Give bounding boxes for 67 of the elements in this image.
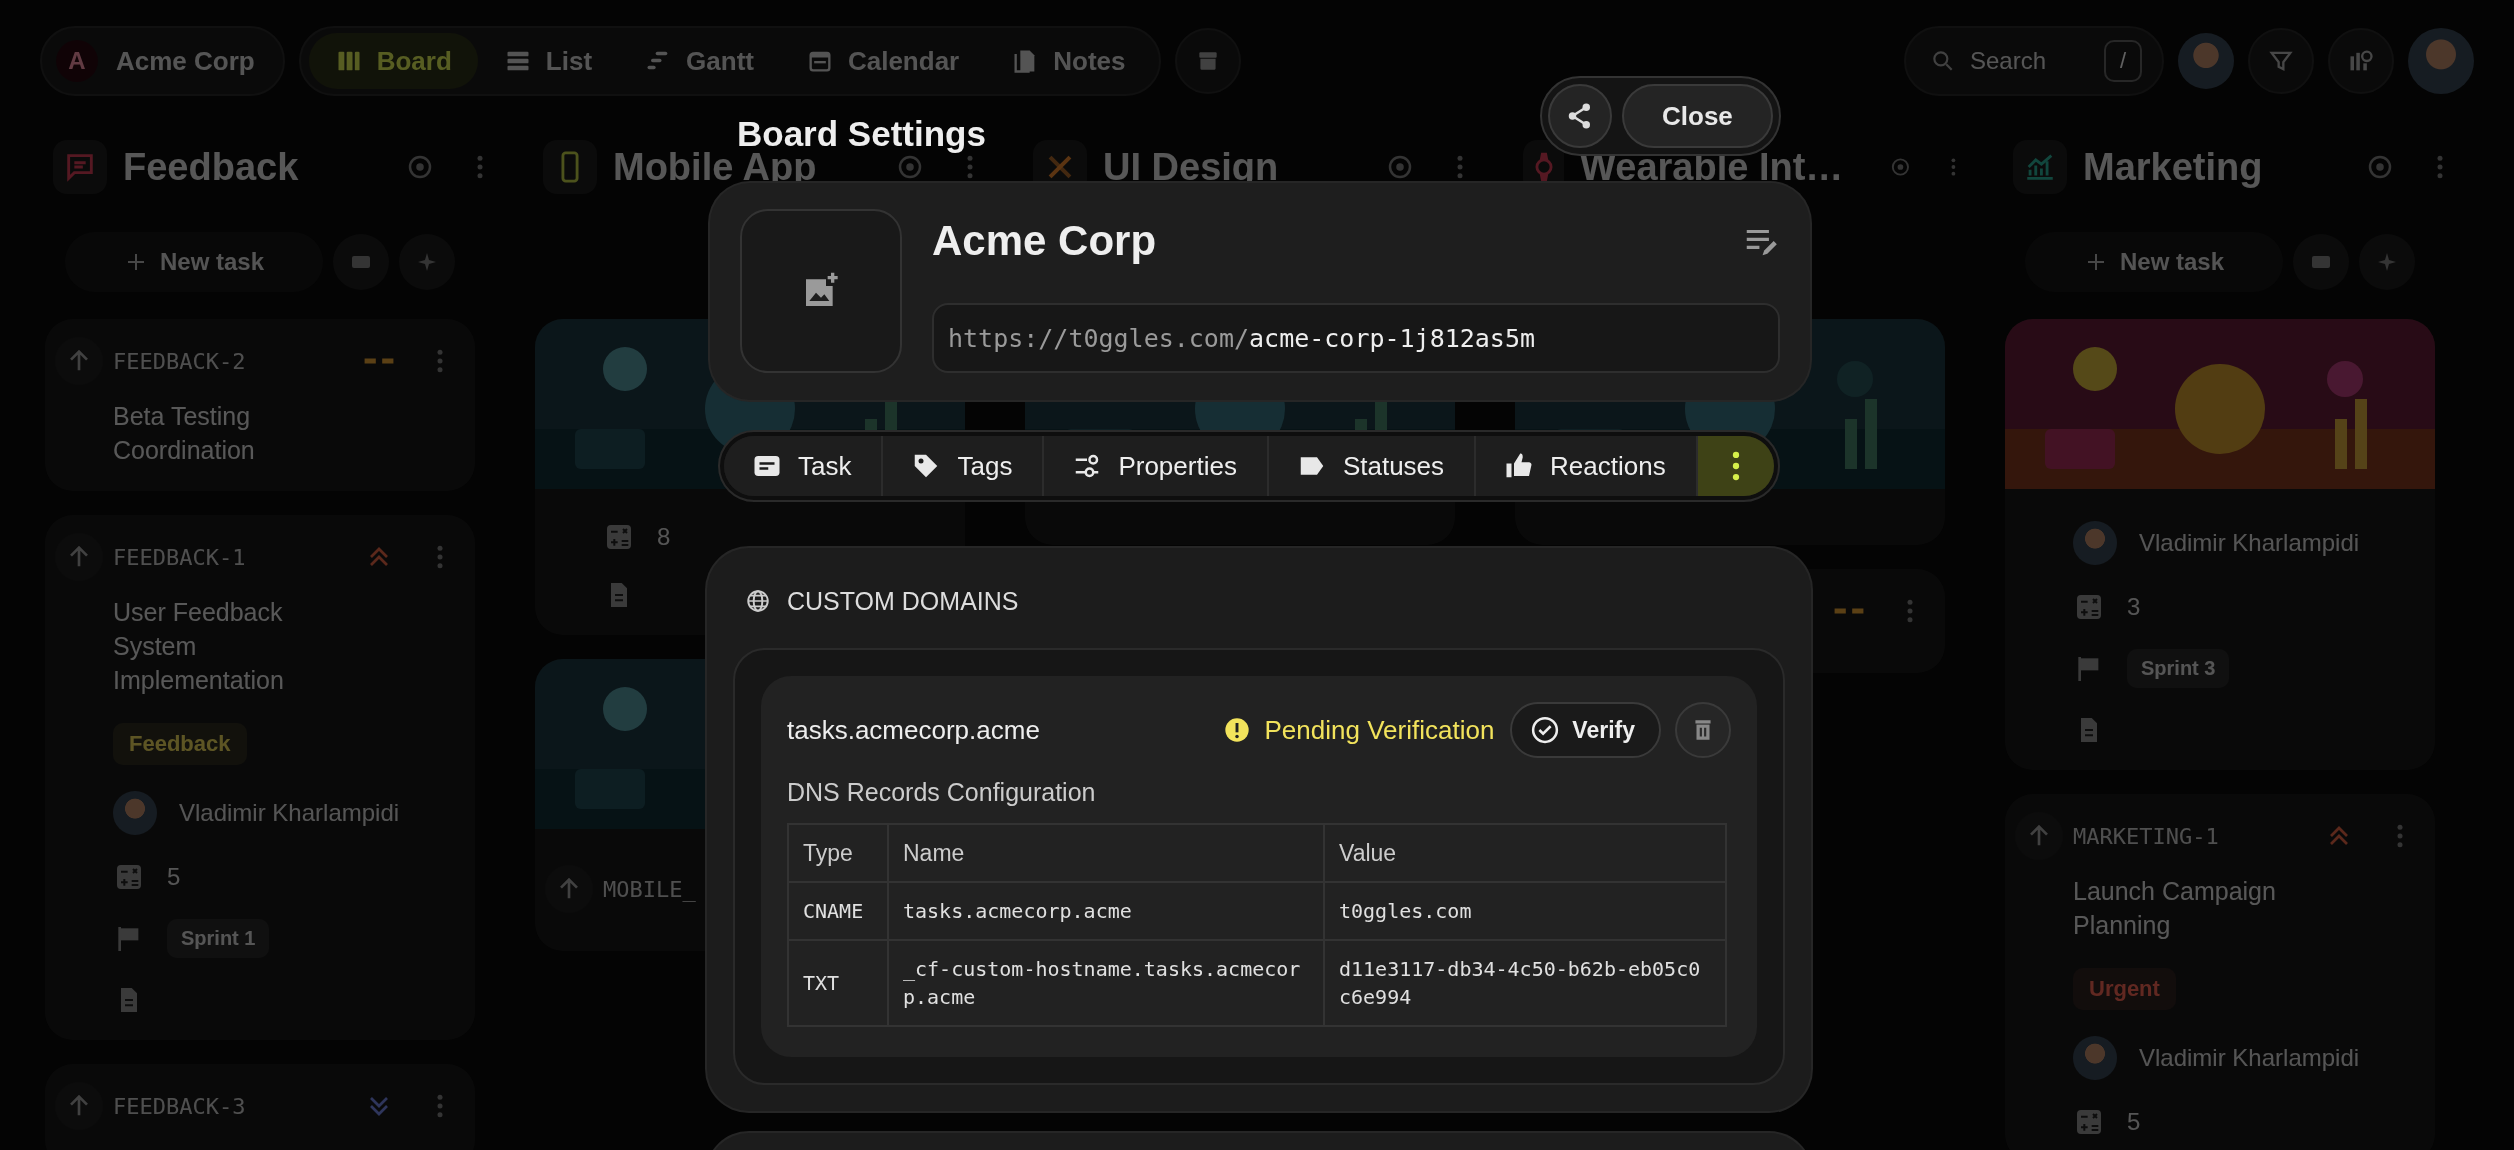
domain-name: tasks.acmecorp.acme (787, 714, 1040, 746)
table-cell: t0ggles.com (1324, 882, 1726, 940)
column-header: Type (788, 824, 888, 882)
column-title: Marketing (2083, 145, 2263, 189)
table-cell: d11e3117-db34-4c50-b62b-eb05c0c6e994 (1324, 940, 1726, 1026)
column-header: Name (888, 824, 1324, 882)
task-card[interactable]: FEEDBACK-1 User Feedback System Implementation Feedback Vladimir Kharlampidi 5 Sprint 1 (45, 515, 475, 1040)
task-key: FEEDBACK-2 (113, 348, 246, 374)
more-button[interactable] (1697, 436, 1774, 496)
globe-icon (745, 588, 771, 614)
more-icon (1731, 451, 1740, 481)
column-title: UI Design (1103, 145, 1279, 189)
task-title: Beta Testing Coordination (113, 401, 256, 466)
dialog-title: Board Settings (737, 114, 986, 153)
share-button[interactable] (1548, 84, 1612, 148)
close-button[interactable]: Close (1622, 84, 1773, 148)
task-card[interactable]: FEEDBACK-3 (45, 1064, 475, 1150)
task-card[interactable]: FEEDBACK-2 Beta Testing Coordination (45, 319, 475, 491)
url-field[interactable]: https://t0ggles.com/acme-corp-1j812as5m (932, 303, 1780, 373)
status-text: Pending Verification (1264, 714, 1495, 746)
view-tab[interactable]: Calendar (779, 33, 986, 89)
task-key: MARKETING-1 (2073, 823, 2219, 849)
sprint-label: Sprint 1 (167, 919, 270, 958)
story-points: 5 (167, 863, 181, 891)
avatar (2073, 521, 2117, 565)
task-key: MOBILE_ (603, 876, 696, 902)
task-key: FEEDBACK-1 (113, 544, 246, 570)
story-points: 8 (657, 523, 671, 551)
shortcut-key: / (2104, 40, 2143, 82)
avatar[interactable] (2178, 33, 2234, 89)
task-title: User Feedback System Implementation (113, 597, 285, 696)
column-title: Feedback (123, 145, 299, 189)
check-circle-icon (1530, 715, 1561, 745)
workspace-initial: A (56, 40, 98, 82)
sprint-label: Sprint 3 (2127, 649, 2230, 688)
search-field[interactable]: Search (1968, 46, 2092, 76)
workspace-name: Acme Corp (116, 45, 255, 77)
new-task-button[interactable]: New task (2025, 232, 2283, 292)
column-title: Wearable Int… (1580, 145, 1844, 189)
view-tab[interactable]: Board (308, 33, 478, 89)
workspace-switcher[interactable]: A Acme Corp (40, 26, 285, 96)
board-name: Acme Corp (932, 217, 1157, 265)
table-cell: TXT (788, 940, 888, 1026)
avatar (2073, 1036, 2117, 1080)
task-card[interactable]: Vladimir Kharlampidi 3 Sprint 3 (2005, 319, 2435, 770)
table-cell: CNAME (788, 882, 888, 940)
assignee-name: Vladimir Kharlampidi (179, 799, 400, 827)
assignee-name: Vladimir Kharlampidi (2139, 529, 2360, 557)
task-card[interactable]: MARKETING-1 Launch Campaign Planning Urgent Vladimir Kharlampidi 5 (2005, 794, 2435, 1150)
view-tab[interactable]: List (477, 33, 619, 89)
image-upload-button[interactable] (740, 209, 902, 373)
view-tab[interactable]: Notes (985, 33, 1152, 89)
table-cell: _cf-custom-hostname.tasks.acmecorp.acme (888, 940, 1324, 1026)
view-tab[interactable]: Gantt (618, 33, 780, 89)
story-points: 5 (2127, 1108, 2141, 1136)
avatar (113, 791, 157, 835)
task-key: FEEDBACK-3 (113, 1093, 246, 1119)
table-cell: tasks.acmecorp.acme (888, 882, 1324, 940)
settings-tab[interactable]: Task (724, 436, 884, 496)
story-points: 3 (2127, 593, 2141, 621)
assignee-name: Vladimir Kharlampidi (2139, 1044, 2360, 1072)
new-task-button[interactable]: New task (65, 232, 323, 292)
column-header: Value (1324, 824, 1726, 882)
verify-button[interactable]: Verify (1510, 702, 1661, 758)
task-title: Launch Campaign Planning (2073, 876, 2277, 941)
delete-button[interactable] (1675, 702, 1731, 758)
dns-records-title: DNS Records Configuration (787, 778, 1097, 807)
